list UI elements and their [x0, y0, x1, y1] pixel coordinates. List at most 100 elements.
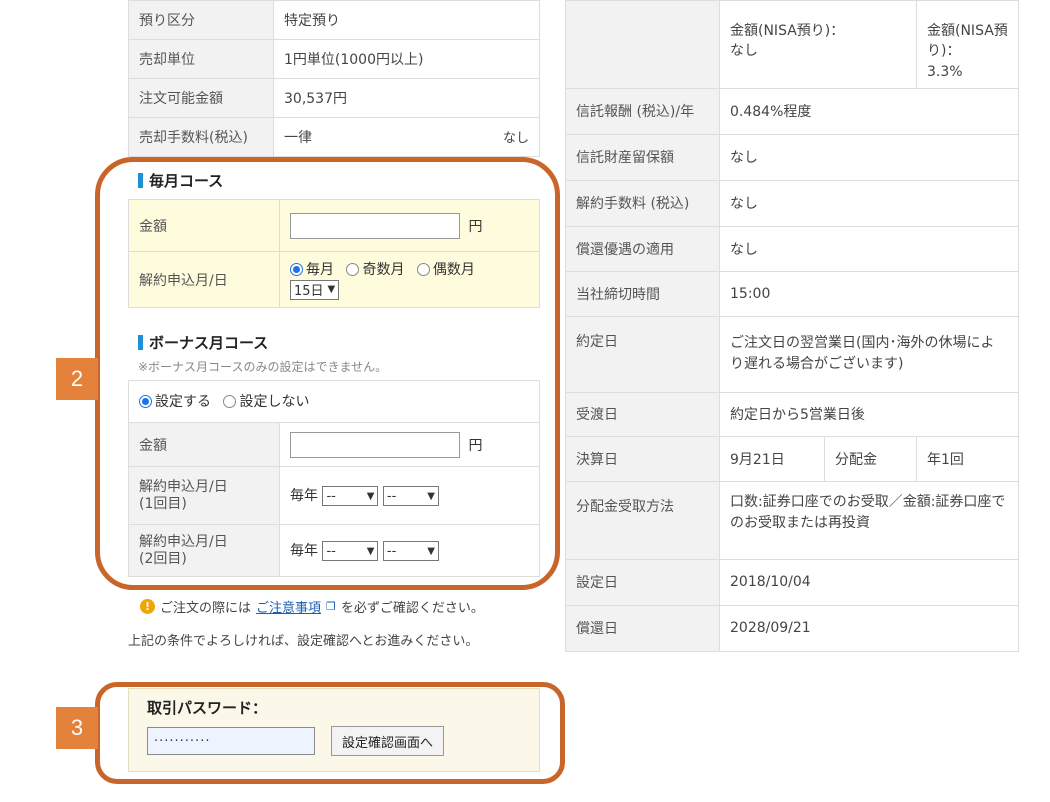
- section-marker-icon: [138, 335, 143, 350]
- radio-monthly-every[interactable]: 毎月: [290, 259, 334, 279]
- table-row: 解約申込月/日 (1回目) 毎年 -- ▼ -- ▼: [128, 466, 540, 525]
- notice-prefix: ご注文の際には: [160, 601, 252, 616]
- monthly-course-table: 金額 円 解約申込月/日 毎月 奇数月 偶数月 15日 ▼: [128, 199, 540, 308]
- step-badge-2: 2: [56, 358, 98, 400]
- table-row: 解約手数料 (税込) なし: [565, 179, 1019, 227]
- table-row: 償還優遇の適用 なし: [565, 225, 1019, 272]
- bonus-second-date-label: 解約申込月/日 (2回目): [128, 524, 280, 577]
- bonus-amount-unit: 円: [468, 437, 483, 454]
- monthly-amount-unit: 円: [468, 218, 483, 235]
- select-value: --: [326, 543, 336, 559]
- distribution-label: 分配金: [824, 435, 917, 482]
- monthly-day-select[interactable]: 15日 ▼: [290, 279, 340, 300]
- table-row: 償還日 2028/09/21: [565, 604, 1019, 652]
- every-year-label: 毎年: [290, 543, 318, 559]
- table-row: 信託報酬 (税込)/年 0.484%程度: [565, 87, 1019, 135]
- table-row: 信託財産留保額 なし: [565, 133, 1019, 181]
- order-form: 預り区分 特定預り 売却単位 1円単位(1000円以上) 注文可能金額 30,5…: [128, 0, 540, 772]
- radio-label: 設定する: [155, 394, 211, 411]
- radio-label: 奇数月: [362, 262, 405, 279]
- cutoff-time-value: 15:00: [719, 270, 1019, 317]
- bonus-first-date-label: 解約申込月/日 (1回目): [128, 466, 280, 525]
- section-marker-icon: [138, 173, 143, 188]
- bonus-course-title: ボーナス月コース: [149, 334, 269, 352]
- trust-fee-label: 信託報酬 (税込)/年: [565, 87, 720, 135]
- radio-label: 毎月: [306, 262, 334, 279]
- radio-monthly-even[interactable]: 偶数月: [416, 259, 475, 279]
- sell-unit-value: 1円単位(1000円以上): [273, 39, 540, 79]
- select-value: --: [326, 488, 336, 504]
- sell-fee-amount: なし: [502, 131, 529, 146]
- confirm-screen-button[interactable]: 設定確認画面へ: [331, 726, 445, 756]
- password-label: 取引パスワード：: [147, 699, 268, 717]
- radio-bonus-on[interactable]: 設定する: [139, 391, 211, 411]
- setup-date-label: 設定日: [565, 558, 720, 606]
- sell-fee-label: 売却手数料(税込): [128, 117, 274, 157]
- bonus-course-heading: ボーナス月コース: [138, 332, 268, 353]
- table-row: 解約申込月/日 毎月 奇数月 偶数月 15日 ▼: [128, 251, 540, 308]
- every-year-label: 毎年: [290, 488, 318, 504]
- bonus-second-day-select[interactable]: -- ▼: [382, 541, 439, 561]
- bonus-setting-cell: 設定する 設定しない: [128, 380, 540, 423]
- radio-selected-icon: [139, 394, 152, 408]
- table-row: 決算日 9月21日 分配金 年1回: [565, 435, 1019, 482]
- radio-label: 設定しない: [239, 394, 310, 411]
- bonus-second-month-select[interactable]: -- ▼: [322, 541, 379, 561]
- bonus-second-date-cell: 毎年 -- ▼ -- ▼: [279, 524, 540, 577]
- monthly-date-label: 解約申込月/日: [128, 251, 280, 308]
- nisa-fee-b: 金額(NISA預り)： 3.3%: [916, 0, 1019, 89]
- radio-empty-icon: [416, 262, 430, 276]
- distribution-method-value: 口数:証券口座でのお受取／金額:証券口座でのお受取または再投資: [719, 480, 1019, 560]
- nisa-fee-a: 金額(NISA預り)： なし: [719, 0, 917, 89]
- bonus-amount-label: 金額: [128, 422, 280, 467]
- sell-fee-value: 一律 なし: [273, 117, 540, 157]
- chevron-down-icon: ▼: [427, 490, 435, 502]
- password-panel: 取引パスワード： ··········· 設定確認画面へ: [128, 688, 540, 772]
- orderable-amount-value: 30,537円: [273, 78, 540, 118]
- bonus-amount-input[interactable]: [290, 431, 460, 458]
- table-row: 売却手数料(税込) 一律 なし: [128, 117, 540, 157]
- table-row: 解約申込月/日 (2回目) 毎年 -- ▼ -- ▼: [128, 524, 540, 577]
- table-row: 金額(NISA預り)： なし 金額(NISA預り)： 3.3%: [565, 0, 1019, 89]
- trust-fee-value: 0.484%程度: [719, 87, 1019, 135]
- password-input[interactable]: ···········: [147, 727, 315, 755]
- table-row: 設定日 2018/10/04: [565, 558, 1019, 606]
- fund-info: 金額(NISA預り)： なし 金額(NISA預り)： 3.3% 信託報酬 (税込…: [565, 0, 1019, 652]
- delivery-date-label: 受渡日: [565, 391, 720, 437]
- maturity-date-label: 償還日: [565, 604, 720, 652]
- execution-date-value: ご注文日の翌営業日(国内･海外の休場により遅れる場合がございます): [719, 315, 1019, 393]
- monthly-course-heading: 毎月コース: [138, 170, 223, 191]
- nisa-label-cell: [565, 0, 720, 89]
- radio-label: 偶数月: [432, 262, 475, 279]
- radio-empty-icon: [346, 262, 360, 276]
- order-info-table: 預り区分 特定預り 売却単位 1円単位(1000円以上) 注文可能金額 30,5…: [128, 0, 540, 157]
- table-row: 金額 円: [128, 199, 540, 252]
- external-window-icon: ❐: [326, 600, 336, 613]
- deposit-type-value: 特定預り: [273, 0, 540, 40]
- bonus-first-day-select[interactable]: -- ▼: [382, 486, 439, 506]
- sell-unit-label: 売却単位: [128, 39, 274, 79]
- table-row: 約定日 ご注文日の翌営業日(国内･海外の休場により遅れる場合がございます): [565, 315, 1019, 393]
- deposit-type-label: 預り区分: [128, 0, 274, 40]
- radio-bonus-off[interactable]: 設定しない: [223, 391, 309, 411]
- distribution-value: 年1回: [916, 435, 1019, 482]
- radio-selected-icon: [290, 262, 303, 276]
- orderable-amount-label: 注文可能金額: [128, 78, 274, 118]
- delivery-date-value: 約定日から5営業日後: [719, 391, 1019, 437]
- notice-suffix: を必ずご確認ください。: [340, 601, 484, 616]
- monthly-amount-input[interactable]: [290, 212, 460, 239]
- fund-info-table: 金額(NISA預り)： なし 金額(NISA預り)： 3.3% 信託報酬 (税込…: [565, 0, 1019, 652]
- retention-value: なし: [719, 133, 1019, 181]
- radio-monthly-odd[interactable]: 奇数月: [346, 259, 404, 279]
- bonus-first-month-select[interactable]: -- ▼: [322, 486, 379, 506]
- warning-icon: !: [140, 599, 155, 614]
- retention-label: 信託財産留保額: [565, 133, 720, 181]
- step-badge-3: 3: [56, 707, 98, 749]
- table-row: 注文可能金額 30,537円: [128, 78, 540, 118]
- bonus-amount-cell: 円: [279, 422, 540, 467]
- caution-link[interactable]: ご注意事項: [256, 597, 321, 616]
- chevron-down-icon: ▼: [366, 545, 375, 557]
- table-row: 預り区分 特定預り: [128, 0, 540, 40]
- chevron-down-icon: ▼: [327, 284, 336, 296]
- cancel-fee-value: なし: [719, 179, 1019, 227]
